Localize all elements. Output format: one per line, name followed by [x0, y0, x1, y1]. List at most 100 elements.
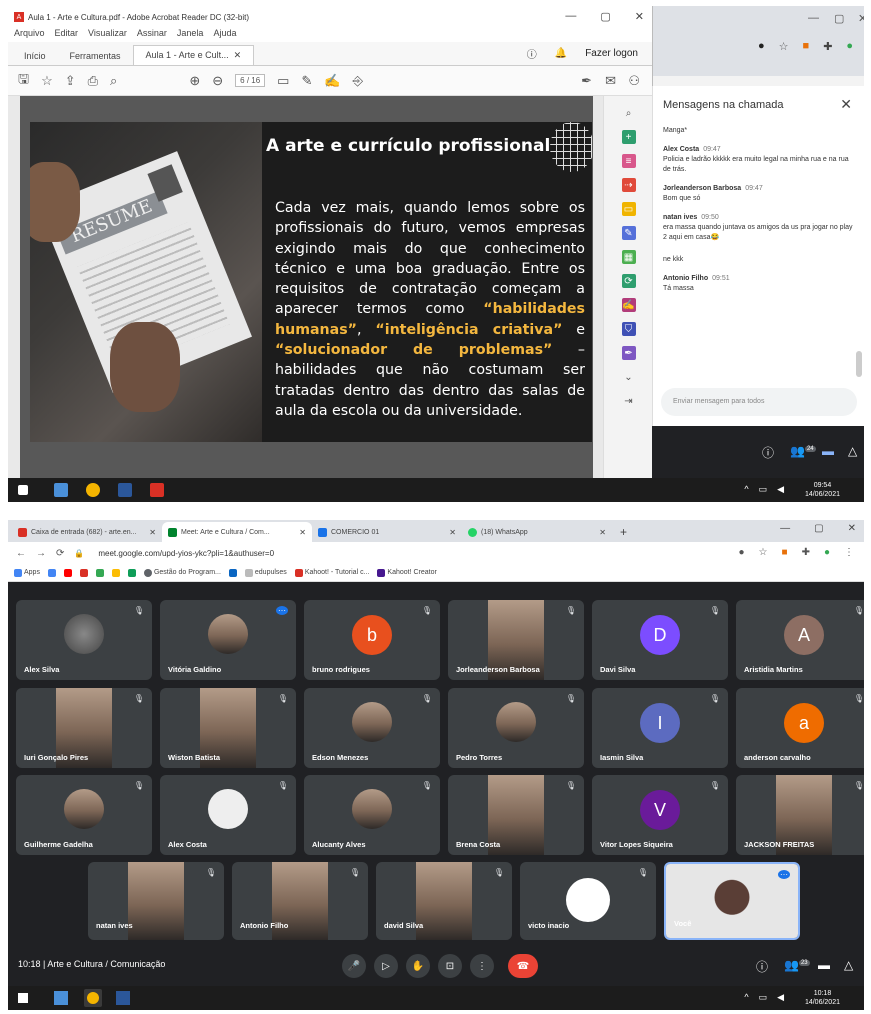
- sheets-icon[interactable]: [127, 568, 136, 577]
- upload-icon[interactable]: ⇪: [65, 73, 76, 89]
- windows-start-icon[interactable]: [18, 485, 28, 495]
- document-scrollbar[interactable]: [593, 96, 603, 478]
- mail-icon[interactable]: ✉: [605, 73, 616, 89]
- menu-visualizar[interactable]: Visualizar: [88, 28, 127, 42]
- close-tab-icon[interactable]: ✕: [299, 528, 306, 537]
- close-icon[interactable]: ✕: [858, 12, 864, 25]
- participant-tile[interactable]: 🎙 victo inacio: [520, 862, 656, 940]
- chrome-taskbar-active[interactable]: [84, 989, 102, 1007]
- star-icon[interactable]: ☆: [759, 547, 768, 558]
- sign-icon[interactable]: ✍: [324, 73, 340, 89]
- tray-volume-icon[interactable]: ◀: [777, 992, 784, 1003]
- info-icon[interactable]: ⓘ: [762, 444, 774, 461]
- participant-tile[interactable]: ⋯ Vitória Galdino: [160, 600, 296, 680]
- create-pdf-icon[interactable]: +: [621, 130, 636, 144]
- youtube-icon[interactable]: [63, 568, 72, 577]
- microphone-icon[interactable]: 🎤: [342, 954, 366, 978]
- bell-icon[interactable]: 🔔: [555, 48, 567, 59]
- camera-permission-icon[interactable]: ●: [739, 547, 745, 558]
- participant-tile[interactable]: 🎙 Antonio Filho: [232, 862, 368, 940]
- menu-icon[interactable]: ⋮: [844, 547, 854, 558]
- participant-tile[interactable]: 🎙 Brena Costa: [448, 775, 584, 855]
- stamp-icon[interactable]: ⎆: [353, 73, 363, 89]
- taskbar-clock[interactable]: 09:54 14/06/2021: [805, 481, 840, 499]
- bookmark-gestao[interactable]: Gestão do Program...: [143, 568, 221, 577]
- compress-icon[interactable]: ▦: [621, 250, 636, 264]
- participant-tile[interactable]: 🎙 Edson Menezes: [304, 688, 440, 768]
- share-user-icon[interactable]: ⚇: [628, 73, 640, 89]
- tray-network-icon[interactable]: ▭: [759, 992, 768, 1003]
- file-explorer-icon[interactable]: [54, 483, 68, 497]
- close-icon[interactable]: ✕: [635, 10, 644, 23]
- extension-icon[interactable]: ■: [803, 40, 810, 53]
- participant-tile[interactable]: 🎙 Guilherme Gadelha: [16, 775, 152, 855]
- tab-inicio[interactable]: Início: [12, 47, 58, 65]
- protect-icon[interactable]: ⛉: [621, 322, 636, 336]
- fill-sign-icon[interactable]: ✍: [621, 298, 636, 312]
- present-icon[interactable]: ⊡: [438, 954, 462, 978]
- chrome-icon[interactable]: [86, 483, 100, 497]
- menu-ajuda[interactable]: Ajuda: [213, 28, 236, 42]
- participant-tile[interactable]: D 🎙 Davi Silva: [592, 600, 728, 680]
- google-icon[interactable]: [47, 568, 56, 577]
- taskbar-clock[interactable]: 10:18 14/06/2021: [805, 989, 840, 1007]
- activities-icon[interactable]: △: [848, 444, 857, 458]
- menu-janela[interactable]: Janela: [177, 28, 204, 42]
- reload-icon[interactable]: ⟳: [56, 548, 64, 559]
- people-icon[interactable]: 👥 23: [784, 958, 810, 972]
- tray-up-icon[interactable]: ^: [744, 992, 748, 1003]
- maximize-icon[interactable]: ▢: [814, 523, 823, 534]
- signin-link[interactable]: Fazer logon: [585, 48, 638, 59]
- maximize-icon[interactable]: ▢: [834, 12, 844, 25]
- linkedin-icon[interactable]: [228, 568, 237, 577]
- file-explorer-icon[interactable]: [54, 991, 68, 1005]
- star-icon[interactable]: ☆: [779, 40, 789, 53]
- left-panel-toggle[interactable]: [8, 96, 20, 478]
- chat-scrollbar[interactable]: [856, 351, 862, 377]
- page-down-icon[interactable]: ⊖: [212, 73, 223, 89]
- tab-document[interactable]: Aula 1 - Arte e Cult... ✕: [132, 45, 255, 65]
- participant-tile[interactable]: V 🎙 Vitor Lopes Siqueira: [592, 775, 728, 855]
- page-number-field[interactable]: 6 / 16: [235, 74, 266, 87]
- bookmark-edupulses[interactable]: edupulses: [244, 568, 287, 577]
- close-icon[interactable]: ✕: [840, 96, 852, 113]
- bookmark-star-icon[interactable]: ☆: [41, 73, 53, 89]
- maps-icon[interactable]: [95, 568, 104, 577]
- participant-tile[interactable]: 🎙 david Silva: [376, 862, 512, 940]
- participant-tile[interactable]: ⋯ Você: [664, 862, 800, 940]
- tab-ferramentas[interactable]: Ferramentas: [58, 47, 133, 65]
- minimize-icon[interactable]: —: [808, 12, 819, 24]
- edit-pdf-icon[interactable]: ✎: [621, 226, 636, 240]
- word-icon[interactable]: [118, 483, 132, 497]
- participant-tile[interactable]: a 🎙 anderson carvalho: [736, 688, 864, 768]
- windows-start-icon[interactable]: [18, 993, 28, 1003]
- forward-icon[interactable]: →: [36, 548, 46, 559]
- close-tab-icon[interactable]: ✕: [149, 528, 156, 537]
- participant-tile[interactable]: 🎙 Alucanty Alves: [304, 775, 440, 855]
- participant-tile[interactable]: 🎙 Pedro Torres: [448, 688, 584, 768]
- pen-icon[interactable]: ✎: [301, 73, 312, 89]
- puzzle-icon[interactable]: ✚: [823, 40, 832, 53]
- word-icon[interactable]: [116, 991, 130, 1005]
- participant-tile[interactable]: 🎙 Iuri Gonçalo Pires: [16, 688, 152, 768]
- participant-tile[interactable]: 🎙 natan ives: [88, 862, 224, 940]
- chat-icon[interactable]: ▬: [822, 444, 834, 458]
- sign-tool-icon[interactable]: ✒: [621, 346, 636, 360]
- participant-tile[interactable]: A 🎙 Aristidia Martins: [736, 600, 864, 680]
- people-icon[interactable]: 👥 24: [790, 444, 816, 458]
- participant-tile[interactable]: 🎙 Jorleanderson Barbosa: [448, 600, 584, 680]
- profile-icon[interactable]: ●: [824, 547, 830, 558]
- minimize-icon[interactable]: —: [780, 523, 790, 534]
- menu-arquivo[interactable]: Arquivo: [14, 28, 45, 42]
- tray-volume-icon[interactable]: ◀: [777, 484, 784, 495]
- export-pdf-icon[interactable]: ⇢: [621, 178, 636, 192]
- collapse-pane-icon[interactable]: ⇥: [622, 394, 636, 408]
- more-options-icon[interactable]: ⋮: [470, 954, 494, 978]
- organize-icon[interactable]: ≡: [621, 154, 636, 168]
- tray-up-icon[interactable]: ^: [744, 484, 748, 495]
- comment-tool-icon[interactable]: ▭: [621, 202, 636, 216]
- activities-icon[interactable]: △: [844, 958, 853, 972]
- page-up-icon[interactable]: ⊕: [189, 73, 200, 89]
- bookmark-kahoot-creator[interactable]: Kahoot! Creator: [377, 568, 437, 577]
- participant-tile[interactable]: 🎙 Alex Silva: [16, 600, 152, 680]
